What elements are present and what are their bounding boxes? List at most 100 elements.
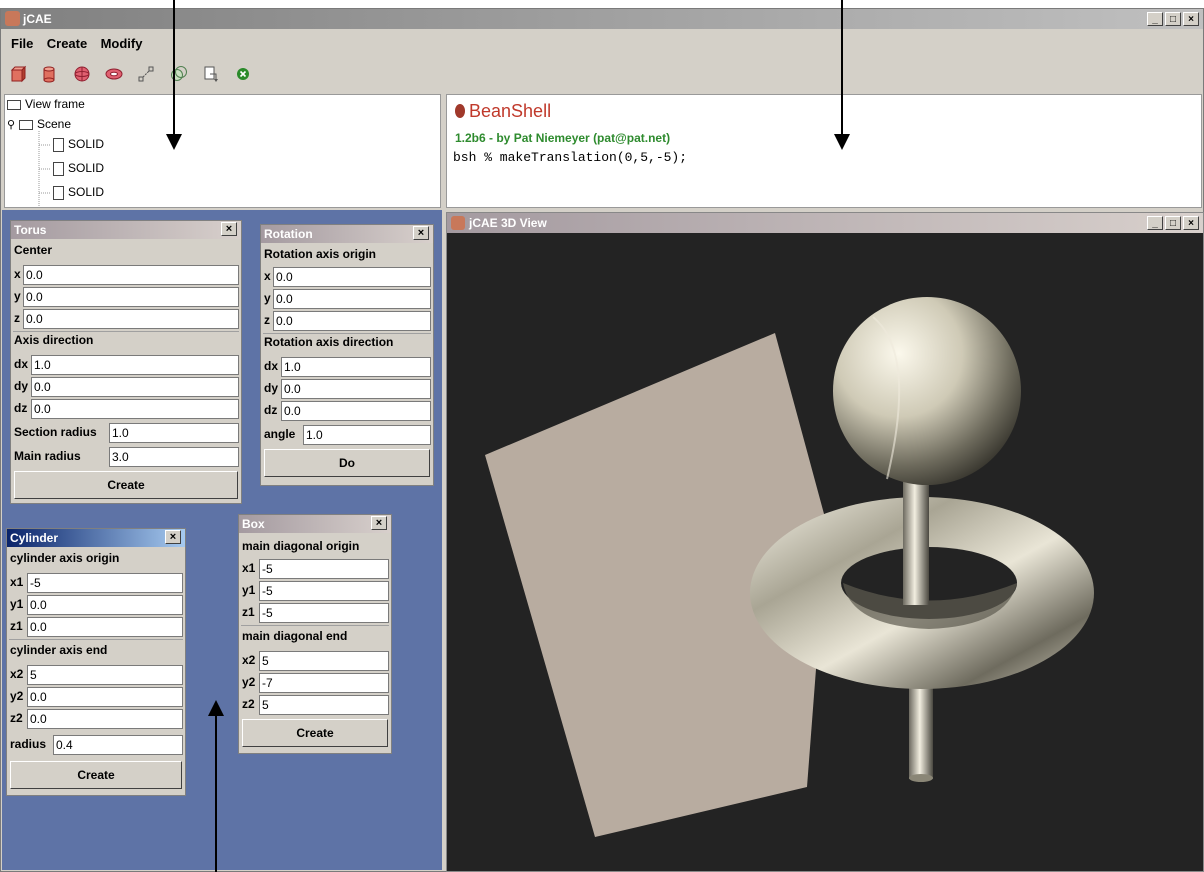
direction-dy-field[interactable]: 0.0 [281, 379, 431, 399]
torus-title-bar[interactable]: Torus × [11, 221, 241, 239]
section-label: cylinder axis end [10, 643, 108, 657]
menu-modify[interactable]: Modify [101, 33, 143, 55]
tree-node-solid[interactable]: SOLID [53, 137, 104, 152]
field-label: dz [14, 401, 28, 415]
section-radius-field[interactable]: 1.0 [109, 423, 239, 443]
field-label: dx [264, 359, 279, 373]
angle-field[interactable]: 1.0 [303, 425, 431, 445]
scene-tree[interactable]: View frame ⚲ Scene SOLID SOLID SOLID [4, 94, 441, 208]
frame-title: Box [242, 517, 265, 531]
close-icon[interactable]: × [165, 530, 181, 544]
end-x2-field[interactable]: 5 [259, 651, 389, 671]
window-title: jCAE [23, 12, 52, 26]
rotation-frame: Rotation × Rotation axis origin x 0.0 y … [260, 224, 434, 486]
field-label: y2 [10, 689, 24, 703]
cylinder-icon[interactable] [39, 65, 59, 85]
cylinder-title-bar[interactable]: Cylinder × [7, 529, 185, 547]
tree-node-label: SOLID [68, 137, 105, 151]
origin-x1-field[interactable]: -5 [27, 573, 183, 593]
view3d-window[interactable]: jCAE 3D View _ □ × [446, 212, 1204, 872]
origin-y-field[interactable]: 0.0 [273, 289, 431, 309]
origin-x-field[interactable]: 0.0 [273, 267, 431, 287]
close-icon[interactable]: × [221, 222, 237, 236]
maximize-button[interactable]: □ [1165, 12, 1181, 26]
direction-dx-field[interactable]: 1.0 [281, 357, 431, 377]
box-title-bar[interactable]: Box × [239, 515, 391, 533]
tree-node-solid[interactable]: SOLID [53, 161, 104, 176]
tree-node-view-frame[interactable]: View frame [7, 97, 85, 111]
origin-z1-field[interactable]: -5 [259, 603, 389, 623]
boolean-icon[interactable] [169, 65, 189, 85]
radius-field[interactable]: 0.4 [53, 735, 183, 755]
cylinder-solid-upper[interactable] [903, 465, 929, 605]
axis-dy-field[interactable]: 0.0 [31, 377, 239, 397]
center-y-field[interactable]: 0.0 [23, 287, 239, 307]
close-icon[interactable]: × [371, 516, 387, 530]
sphere-icon[interactable] [72, 65, 92, 85]
origin-y1-field[interactable]: -5 [259, 581, 389, 601]
folder-icon [19, 119, 33, 130]
view3d-title-bar[interactable]: jCAE 3D View _ □ × [447, 213, 1203, 233]
center-x-field[interactable]: 0.0 [23, 265, 239, 285]
frame-title: Cylinder [10, 531, 59, 545]
sphere-solid[interactable] [833, 297, 1021, 485]
section-label: cylinder axis origin [10, 551, 120, 565]
expand-handle-icon[interactable]: ⚲ [7, 118, 19, 131]
end-x2-field[interactable]: 5 [27, 665, 183, 685]
tree-node-scene[interactable]: ⚲ Scene [7, 117, 71, 131]
box-create-button[interactable]: Create [242, 719, 388, 747]
tree-lines [38, 131, 51, 207]
origin-x1-field[interactable]: -5 [259, 559, 389, 579]
origin-y1-field[interactable]: 0.0 [27, 595, 183, 615]
end-z2-field[interactable]: 0.0 [27, 709, 183, 729]
close-icon[interactable]: × [413, 226, 429, 240]
beanshell-console[interactable]: BeanShell 1.2b6 - by Pat Niemeyer (pat@p… [446, 94, 1202, 208]
center-z-field[interactable]: 0.0 [23, 309, 239, 329]
axis-dz-field[interactable]: 0.0 [31, 399, 239, 419]
bean-icon [455, 104, 465, 118]
end-y2-field[interactable]: 0.0 [27, 687, 183, 707]
menu-file[interactable]: File [11, 33, 33, 55]
section-label: main diagonal end [242, 629, 348, 643]
field-label: y1 [242, 583, 256, 597]
tree-node-label: SOLID [68, 185, 105, 199]
end-y2-field[interactable]: -7 [259, 673, 389, 693]
field-label: Main radius [14, 449, 81, 463]
rotation-do-button[interactable]: Do [264, 449, 430, 477]
torus-create-button[interactable]: Create [14, 471, 238, 499]
box-icon[interactable] [7, 65, 27, 85]
frame-icon [7, 99, 21, 110]
origin-z1-field[interactable]: 0.0 [27, 617, 183, 637]
origin-z-field[interactable]: 0.0 [273, 311, 431, 331]
field-label: Section radius [14, 425, 97, 439]
maximize-button[interactable]: □ [1165, 216, 1181, 230]
main-radius-field[interactable]: 3.0 [109, 447, 239, 467]
close-circle-icon[interactable] [233, 65, 253, 85]
rotate-icon[interactable] [201, 65, 221, 85]
field-label: x1 [10, 575, 24, 589]
3d-viewport[interactable] [447, 233, 1203, 871]
cylinder-frame: Cylinder × cylinder axis origin x1 -5 y1… [6, 528, 186, 796]
torus-icon[interactable] [104, 65, 124, 85]
minimize-button[interactable]: _ [1147, 12, 1163, 26]
end-z2-field[interactable]: 5 [259, 695, 389, 715]
field-label: radius [10, 737, 47, 751]
document-icon [53, 137, 64, 152]
close-button[interactable]: × [1183, 216, 1199, 230]
rotation-title-bar[interactable]: Rotation × [261, 225, 433, 243]
minimize-button[interactable]: _ [1147, 216, 1163, 230]
menu-create[interactable]: Create [47, 33, 87, 55]
document-icon [53, 161, 64, 176]
console-prompt[interactable]: bsh % makeTranslation(0,5,-5); [453, 150, 687, 165]
field-label: z2 [10, 711, 23, 725]
app-icon [451, 216, 465, 230]
tree-node-label: SOLID [68, 161, 105, 175]
cylinder-create-button[interactable]: Create [10, 761, 182, 789]
section-label: Axis direction [14, 333, 94, 347]
close-button[interactable]: × [1183, 12, 1199, 26]
translate-icon[interactable] [136, 65, 156, 85]
axis-dx-field[interactable]: 1.0 [31, 355, 239, 375]
app-icon [5, 11, 20, 26]
direction-dz-field[interactable]: 0.0 [281, 401, 431, 421]
tree-node-solid[interactable]: SOLID [53, 185, 104, 200]
